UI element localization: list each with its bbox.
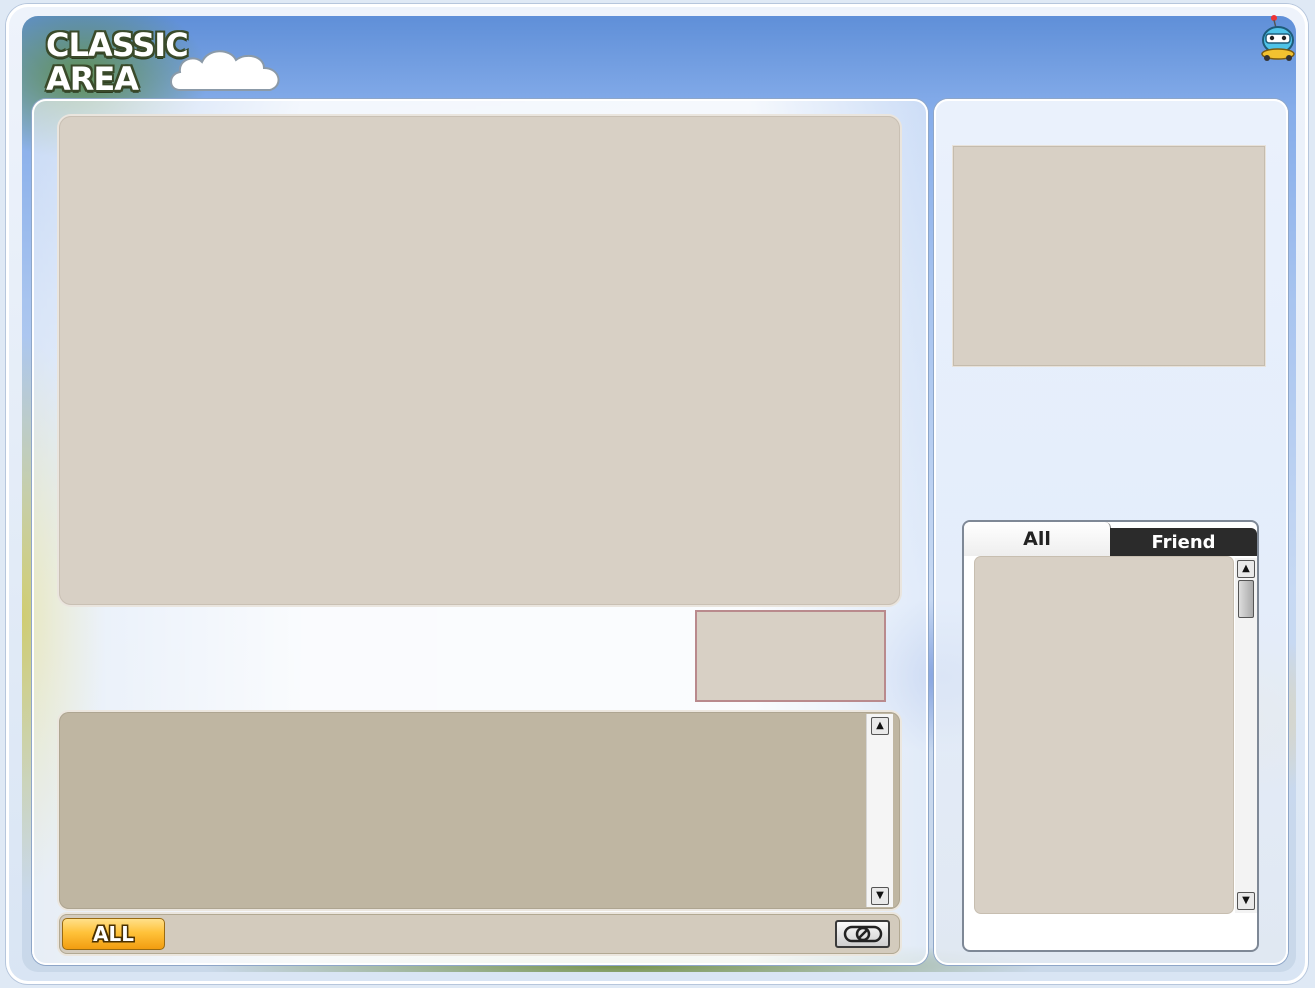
cloud-icon bbox=[170, 50, 280, 91]
chat-filter-button[interactable] bbox=[835, 920, 890, 948]
tab-friend[interactable]: Friend bbox=[1110, 528, 1257, 556]
scroll-up-icon[interactable]: ▲ bbox=[871, 717, 889, 735]
scroll-up-icon[interactable]: ▲ bbox=[1237, 560, 1255, 578]
channel-all-button[interactable]: ALL bbox=[62, 918, 165, 950]
info-box bbox=[695, 610, 886, 702]
scroll-thumb[interactable] bbox=[1238, 580, 1254, 618]
tab-all[interactable]: All bbox=[964, 522, 1111, 556]
main-view[interactable] bbox=[59, 116, 900, 605]
player-preview bbox=[953, 146, 1265, 366]
scroll-down-icon[interactable]: ▼ bbox=[871, 887, 889, 905]
player-list[interactable] bbox=[975, 557, 1233, 913]
mascot-icon[interactable] bbox=[1258, 14, 1298, 62]
chat-input[interactable] bbox=[59, 914, 900, 954]
scroll-down-icon[interactable]: ▼ bbox=[1237, 892, 1255, 910]
no-chat-icon bbox=[843, 925, 882, 943]
chat-scrollbar[interactable]: ▲ ▼ bbox=[866, 714, 893, 907]
chat-log[interactable] bbox=[59, 712, 900, 909]
